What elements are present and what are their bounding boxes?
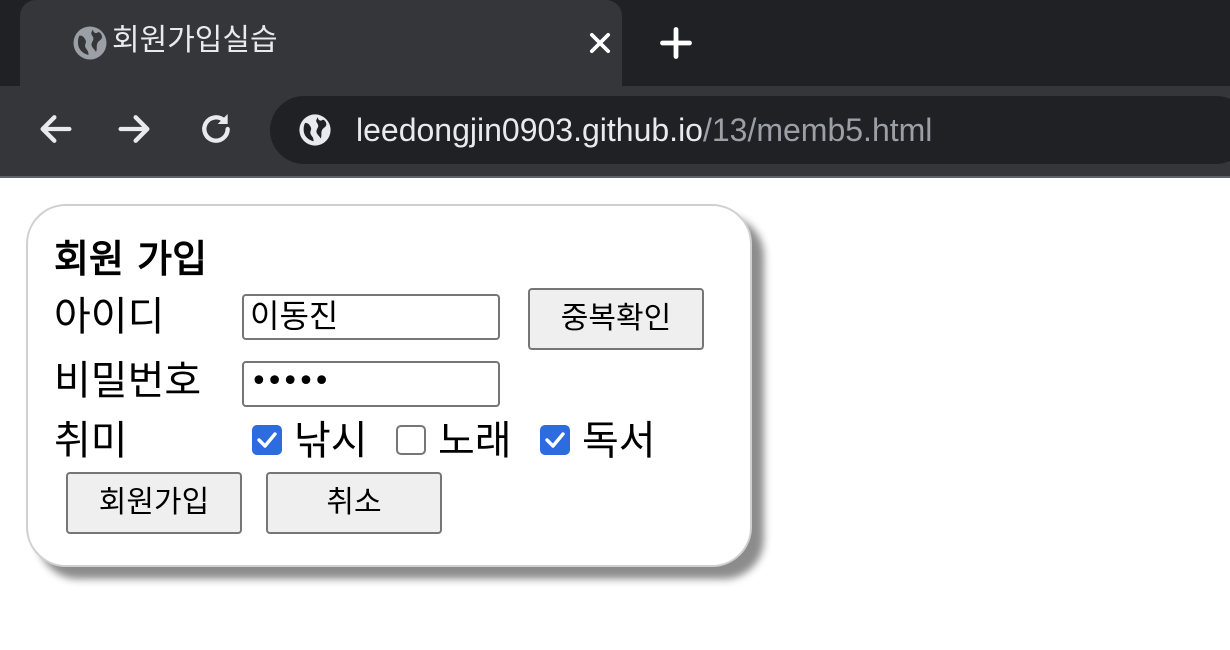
hobby-label-fishing: 낚시	[294, 418, 368, 464]
globe-icon[interactable]	[298, 113, 332, 147]
cancel-button[interactable]: 취소	[266, 472, 442, 534]
url-host: leedongjin0903.github.io	[356, 112, 703, 148]
hobby-checkbox-reading[interactable]	[540, 425, 570, 455]
plus-icon[interactable]	[658, 25, 694, 61]
tab-strip: 회원가입실습	[0, 0, 1230, 86]
password-label: 비밀번호	[54, 358, 202, 404]
hobby-label-singing: 노래	[438, 418, 512, 464]
duplicate-check-button[interactable]: 중복확인	[528, 288, 704, 350]
reload-icon[interactable]	[196, 109, 236, 149]
close-icon[interactable]	[586, 29, 614, 57]
globe-icon	[73, 26, 107, 60]
checkmark-icon	[545, 432, 565, 448]
arrow-right-icon[interactable]	[114, 109, 154, 149]
hobby-checkbox-singing[interactable]	[396, 425, 426, 455]
signup-form-card: 회원 가입 아이디 이동진 중복확인 비밀번호 ••••• 취미 낚시 노래 독…	[26, 204, 752, 567]
id-label: 아이디	[54, 294, 165, 340]
url-path: /13/memb5.html	[702, 112, 933, 148]
form-heading: 회원 가입	[54, 237, 208, 281]
id-input[interactable]: 이동진	[242, 294, 500, 340]
tab-title: 회원가입실습	[112, 23, 278, 58]
signup-button[interactable]: 회원가입	[66, 472, 242, 534]
address-bar[interactable]: leedongjin0903.github.io/13/memb5.html	[270, 96, 1230, 164]
checkmark-icon	[257, 432, 277, 448]
hobby-label: 취미	[54, 418, 128, 464]
hobby-checkbox-fishing[interactable]	[252, 425, 282, 455]
hobby-label-reading: 독서	[582, 418, 656, 464]
url-text[interactable]: leedongjin0903.github.io/13/memb5.html	[356, 109, 932, 151]
password-input[interactable]: •••••	[242, 361, 500, 407]
browser-toolbar: leedongjin0903.github.io/13/memb5.html	[0, 86, 1230, 178]
arrow-left-icon[interactable]	[36, 109, 76, 149]
active-tab[interactable]: 회원가입실습	[20, 0, 622, 86]
